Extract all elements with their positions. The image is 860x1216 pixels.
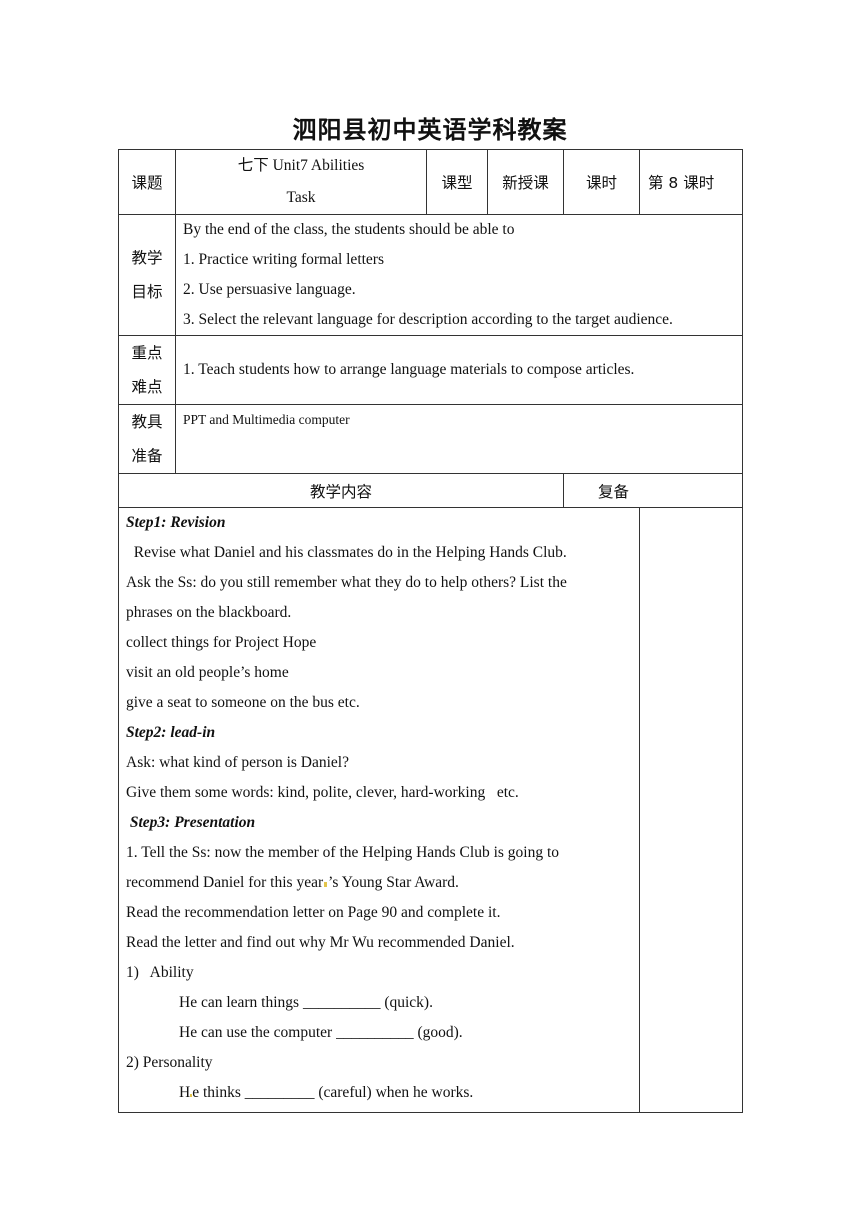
key-points-content: 1. Teach students how to arrange languag… [175,335,743,405]
objectives-label-line-2: 目标 [131,283,163,301]
objectives-row: 教学 目标 By the end of the class, the stude… [118,214,743,336]
step3-line: recommend Daniel for this year’s Young S… [119,868,639,898]
ability-item: He can use the computer __________ (good… [179,1024,463,1041]
objective-line: By the end of the class, the students sh… [183,221,515,238]
step1-line: give a seat to someone on the bus etc. [126,694,360,711]
materials-label-line-1: 教具 [131,413,163,431]
ability-heading: 1) Ability [126,964,194,981]
objectives-label-line-1: 教学 [131,249,163,267]
personality-part: e thinks _________ (careful) when he wor… [192,1084,474,1101]
content-header: 教学内容 [118,473,564,508]
objective-line: 2. Use persuasive language. [183,281,356,298]
key-points-label-line-1: 重点 [131,344,163,362]
personality-item: He thinks _________ (careful) when he wo… [119,1078,639,1108]
lesson-type-label: 课型 [426,149,488,215]
lesson-plan-table: 课题 七下 Unit7 Abilities Task 课型 新授课 课时 第 8… [118,149,743,1113]
content-row: Step1: Revision Revise what Daniel and h… [118,507,743,1113]
materials-text: PPT and Multimedia computer [183,412,350,427]
page-title: 泗阳县初中英语学科教案 [292,116,568,144]
step3-line-part: recommend Daniel for this year [126,874,324,891]
highlight-mark [324,882,328,887]
materials-label: 教具 准备 [118,404,176,474]
materials-label-line-2: 准备 [131,447,163,465]
content-header-row: 教学内容 复备 [118,473,743,508]
review-column [639,507,743,1113]
step3-line-part: ’s Young Star Award. [328,874,459,891]
review-header: 复备 [563,473,743,508]
objectives-content: By the end of the class, the students sh… [175,214,743,336]
step2-line: Give them some words: kind, polite, clev… [126,784,519,801]
period-value: 第 8 课时 [639,149,743,215]
key-points-row: 重点 难点 1. Teach students how to arrange l… [118,335,743,405]
step2-line: Ask: what kind of person is Daniel? [126,754,349,771]
materials-row: 教具 准备 PPT and Multimedia computer [118,404,743,474]
topic-label: 课题 [118,149,176,215]
step3-line: Read the recommendation letter on Page 9… [126,904,501,921]
step1-line: phrases on the blackboard. [126,604,292,621]
lesson-type-value: 新授课 [487,149,564,215]
ability-item: He can learn things __________ (quick). [179,994,433,1011]
teaching-content: Step1: Revision Revise what Daniel and h… [118,507,640,1113]
objective-line: 3. Select the relevant language for desc… [183,311,673,328]
objectives-label: 教学 目标 [118,214,176,336]
topic-line-2: Task [286,189,316,206]
step2-title: Step2: lead-in [126,724,216,741]
step1-line: visit an old people’s home [126,664,289,681]
header-row: 课题 七下 Unit7 Abilities Task 课型 新授课 课时 第 8… [118,149,743,215]
personality-part: H [179,1084,191,1101]
objective-line: 1. Practice writing formal letters [183,251,385,268]
topic-value: 七下 Unit7 Abilities Task [175,149,427,215]
key-points-label: 重点 难点 [118,335,176,405]
topic-line-1: 七下 Unit7 Abilities [237,157,365,174]
period-label: 课时 [563,149,640,215]
step1-line: Revise what Daniel and his classmates do… [126,544,567,561]
key-points-label-line-2: 难点 [131,378,163,396]
personality-heading: 2) Personality [126,1054,213,1071]
step1-line: Ask the Ss: do you still remember what t… [126,574,567,591]
step3-line: 1. Tell the Ss: now the member of the He… [126,844,560,861]
key-point-text: 1. Teach students how to arrange languag… [183,361,635,378]
step3-line: Read the letter and find out why Mr Wu r… [126,934,515,951]
step1-title: Step1: Revision [126,514,226,531]
step1-line: collect things for Project Hope [126,634,317,651]
step3-title: Step3: Presentation [126,814,256,831]
materials-content: PPT and Multimedia computer [175,404,743,474]
